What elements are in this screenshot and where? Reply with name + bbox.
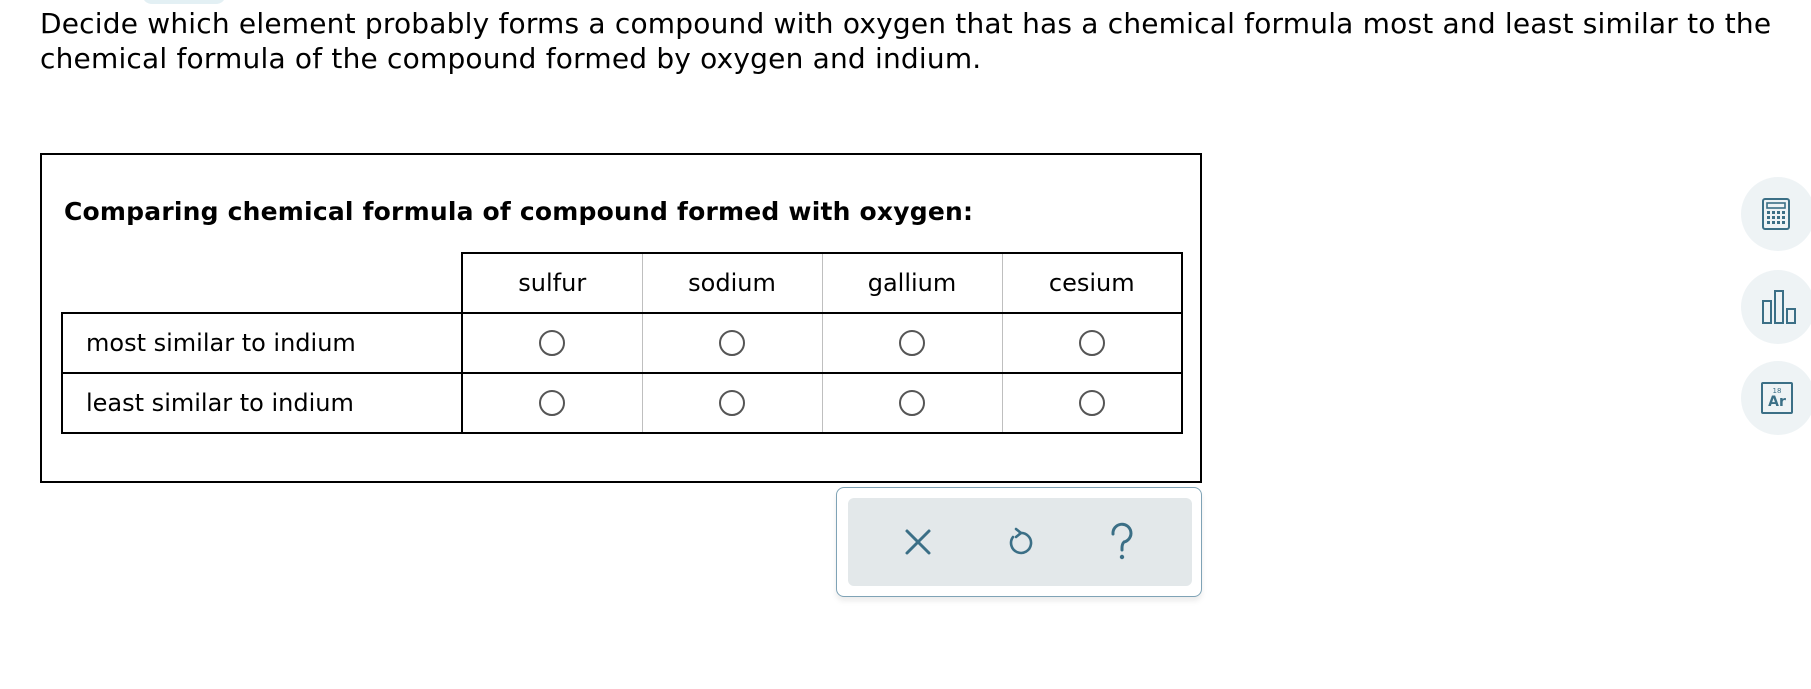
- column-header-cesium: cesium: [1001, 252, 1183, 313]
- radio-most-similar-cesium[interactable]: [1078, 330, 1105, 356]
- bar-chart-icon: [1762, 290, 1796, 324]
- panel-title: Comparing chemical formula of compound f…: [64, 197, 974, 226]
- top-tab-indicator: [142, 0, 226, 4]
- radio-most-similar-gallium[interactable]: [899, 330, 925, 356]
- close-icon: [905, 529, 931, 555]
- radio-most-similar-sodium[interactable]: [719, 330, 745, 356]
- table-row-least-similar: least similar to indium: [61, 372, 1183, 434]
- undo-button[interactable]: [996, 518, 1044, 566]
- data-chart-button[interactable]: [1741, 270, 1811, 344]
- help-icon: [1111, 522, 1133, 560]
- column-header-sodium: sodium: [641, 252, 823, 313]
- radio-least-similar-gallium[interactable]: [899, 390, 925, 416]
- cell-least-gallium: [821, 372, 1003, 434]
- row-label-least-similar: least similar to indium: [61, 372, 463, 434]
- help-button[interactable]: [1098, 518, 1146, 566]
- action-bar-inner: [848, 498, 1192, 586]
- radio-least-similar-sulfur[interactable]: [539, 390, 566, 416]
- cell-least-cesium: [1001, 372, 1183, 434]
- grid-corner: [62, 253, 462, 313]
- cell-least-sulfur: [461, 372, 643, 434]
- calculator-icon: [1762, 198, 1790, 230]
- clear-button[interactable]: [894, 518, 942, 566]
- periodic-table-icon: 18 Ar: [1761, 382, 1793, 414]
- cell-least-sodium: [641, 372, 823, 434]
- radio-least-similar-sodium[interactable]: [719, 390, 745, 416]
- cell-most-cesium: [1001, 312, 1183, 373]
- question-prompt: Decide which element probably forms a co…: [40, 7, 1772, 75]
- answer-panel: Comparing chemical formula of compound f…: [40, 153, 1202, 483]
- cell-most-gallium: [821, 312, 1003, 373]
- undo-icon: [1009, 527, 1033, 555]
- column-header-sulfur: sulfur: [461, 252, 643, 313]
- radio-least-similar-cesium[interactable]: [1078, 390, 1105, 416]
- row-label-most-similar: most similar to indium: [61, 312, 463, 373]
- grid-header-row: sulfur sodium gallium cesium: [62, 252, 1183, 313]
- periodic-table-symbol: Ar: [1768, 393, 1786, 410]
- action-bar: [836, 487, 1202, 597]
- cell-most-sodium: [641, 312, 823, 373]
- answer-grid: sulfur sodium gallium cesium most simila…: [61, 252, 1183, 434]
- column-header-gallium: gallium: [821, 252, 1003, 313]
- table-row-most-similar: most similar to indium: [61, 312, 1183, 373]
- calculator-button[interactable]: [1741, 177, 1811, 251]
- radio-most-similar-sulfur[interactable]: [539, 330, 566, 356]
- periodic-table-button[interactable]: 18 Ar: [1741, 361, 1811, 435]
- cell-most-sulfur: [461, 312, 643, 373]
